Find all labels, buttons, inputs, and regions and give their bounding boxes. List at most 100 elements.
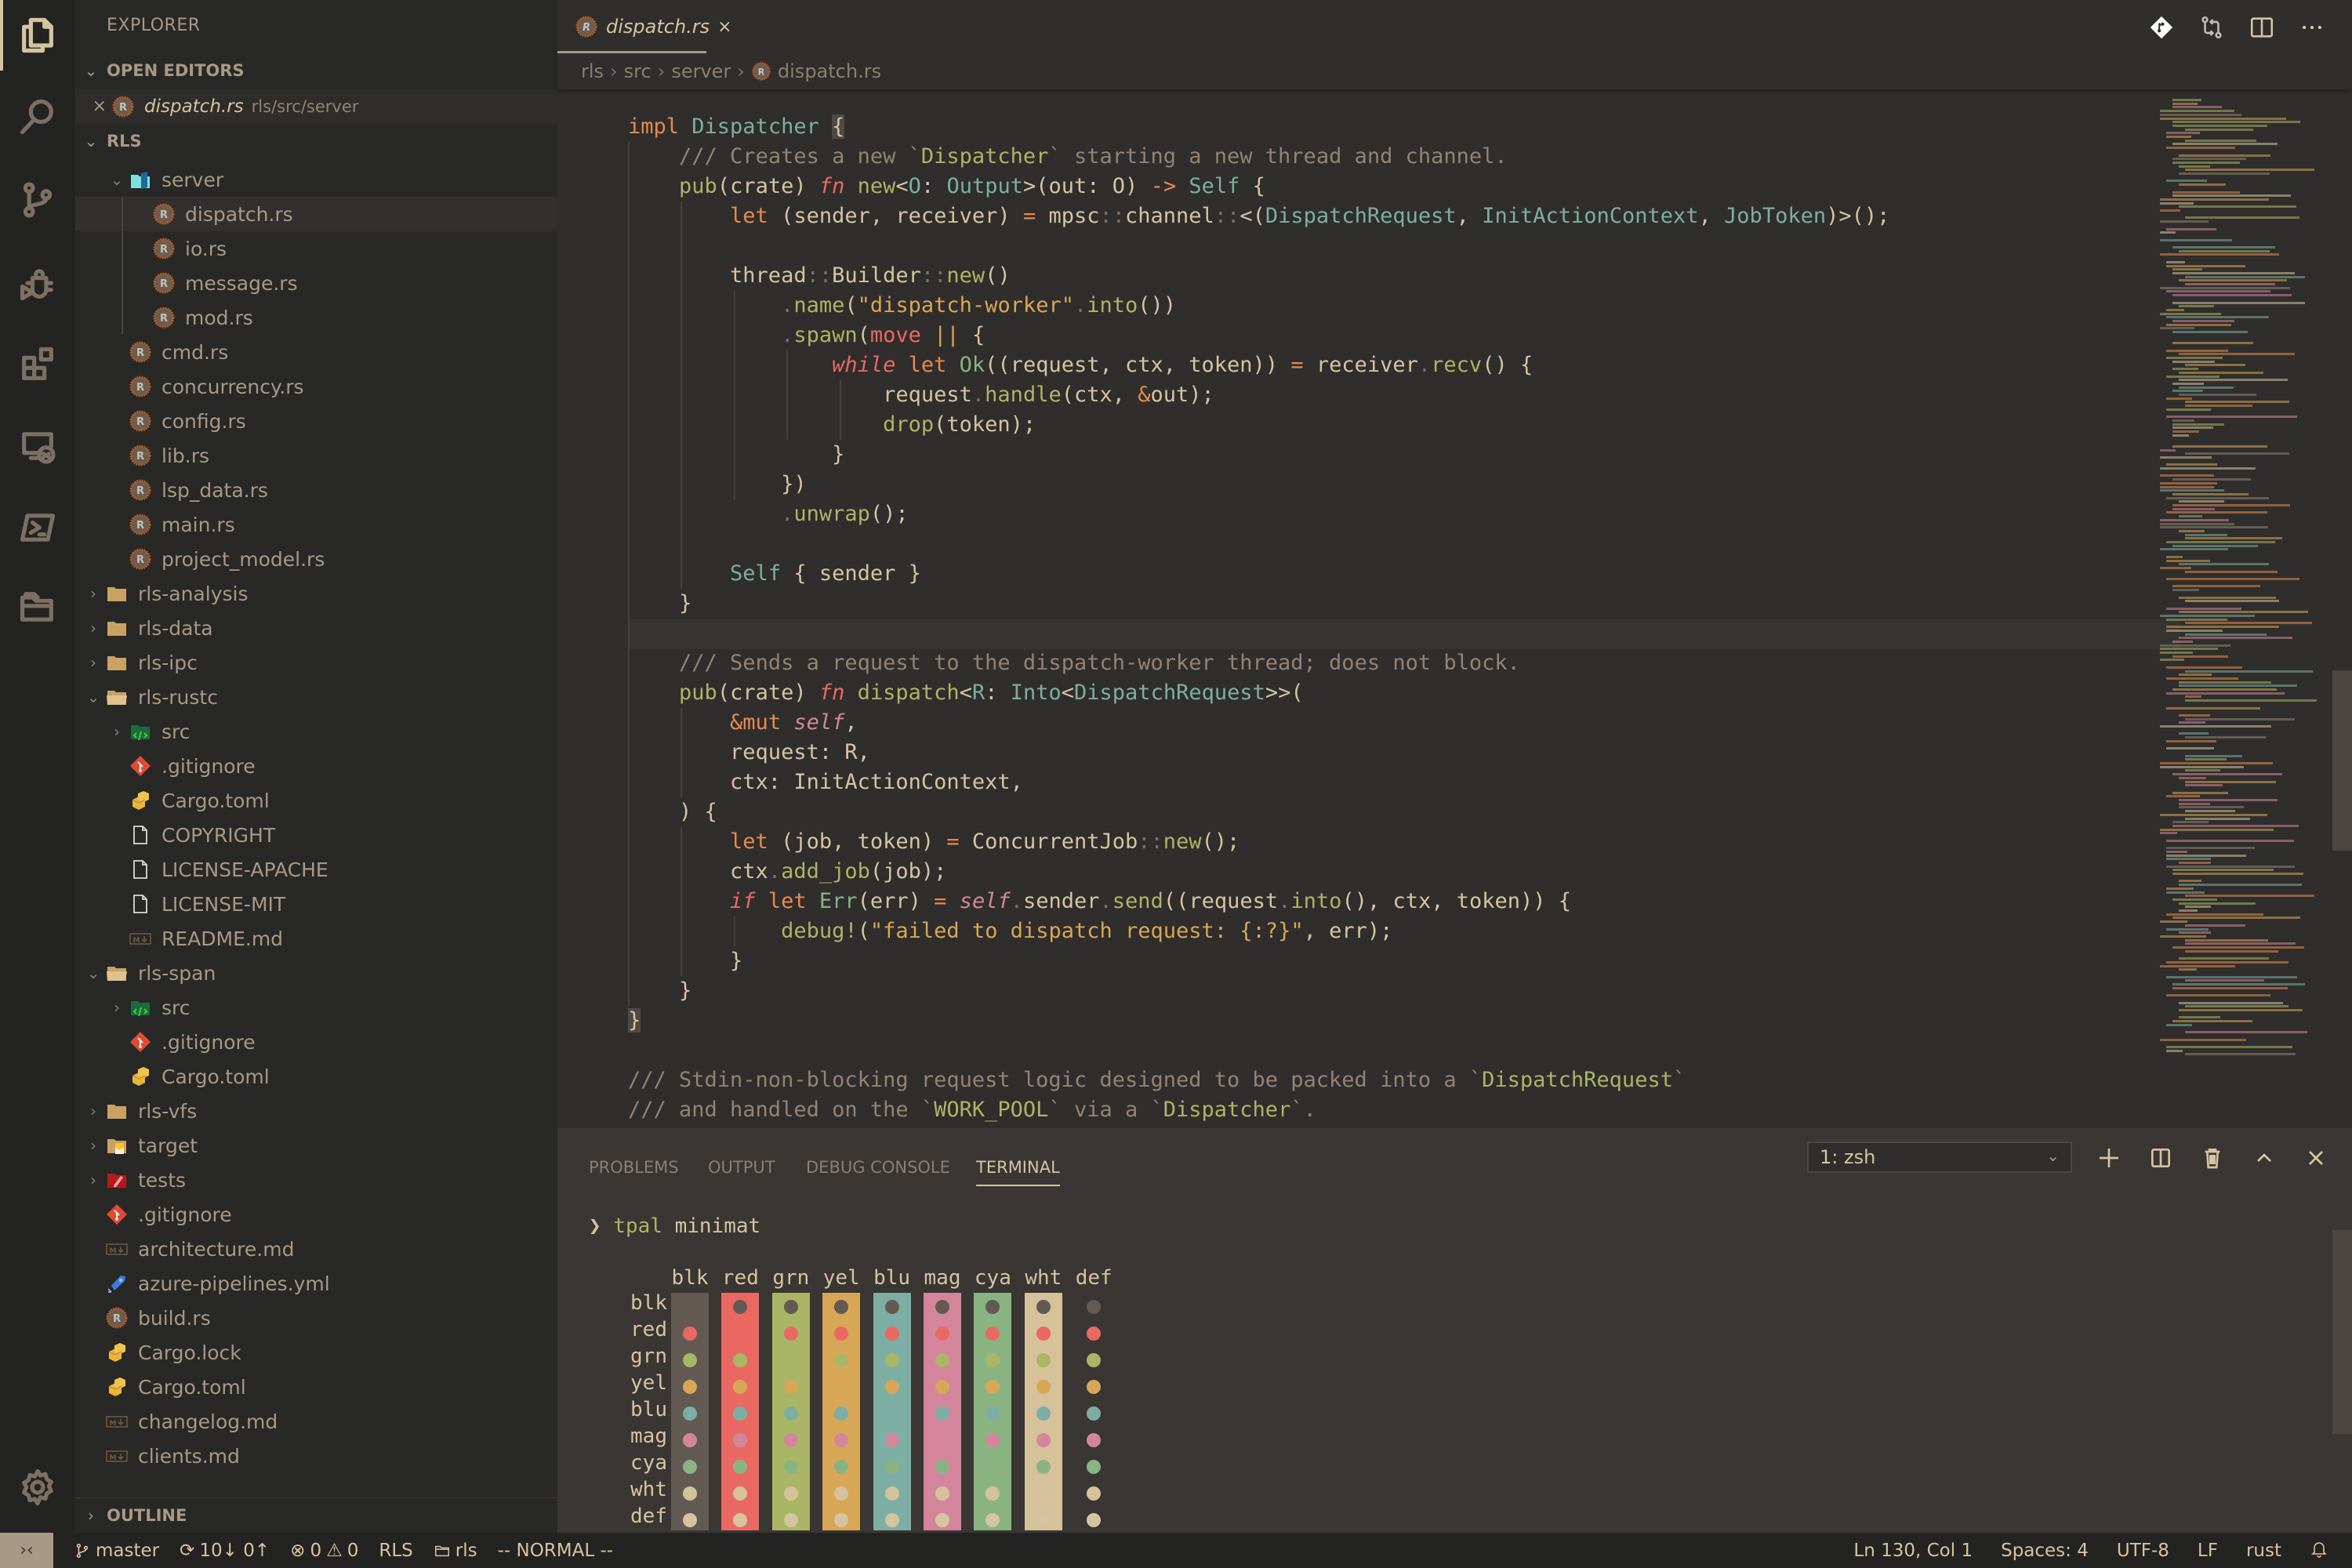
tree-item[interactable]: .gitignore: [75, 749, 557, 783]
breadcrumb-item[interactable]: src: [624, 60, 652, 82]
palette-swatch-smiley-icon: [1087, 1460, 1102, 1474]
indentation[interactable]: Spaces: 4: [2001, 1541, 2089, 1561]
tree-item[interactable]: › rls-data: [75, 611, 557, 645]
workspace-section-header[interactable]: ⌄ RLS: [75, 124, 557, 158]
source-control-icon[interactable]: [0, 165, 75, 235]
tree-item[interactable]: ⌄ rls-rustc: [75, 680, 557, 714]
rls-status[interactable]: RLS: [379, 1541, 412, 1561]
tree-item[interactable]: COPYRIGHT: [75, 818, 557, 852]
palette-column-header: grn: [772, 1266, 810, 1290]
extensions-icon[interactable]: [0, 329, 75, 400]
tree-item-label: dispatch.rs: [185, 202, 293, 226]
more-actions-icon[interactable]: [2296, 11, 2328, 44]
compare-changes-icon[interactable]: [2195, 11, 2228, 44]
tree-item[interactable]: Rconcurrency.rs: [75, 369, 557, 404]
end-of-line[interactable]: LF: [2198, 1541, 2218, 1561]
outline-section-header[interactable]: › OUTLINE: [75, 1497, 557, 1532]
tab-close-icon[interactable]: ×: [717, 17, 731, 37]
tree-item[interactable]: Rio.rs: [75, 231, 557, 266]
palette-swatch-smiley-icon: [1087, 1513, 1102, 1527]
breadcrumb-item[interactable]: rls: [581, 60, 604, 82]
search-icon[interactable]: [0, 82, 75, 152]
tab-terminal[interactable]: TERMINAL: [976, 1158, 1060, 1186]
open-editors-section-header[interactable]: ⌄ OPEN EDITORS: [75, 53, 557, 88]
tree-item[interactable]: .gitignore: [75, 1025, 557, 1059]
git-icon[interactable]: [2145, 11, 2178, 44]
new-terminal-icon[interactable]: [2091, 1142, 2127, 1174]
code-editor[interactable]: impl Dispatcher { /// Creates a new `Dis…: [557, 89, 2352, 1128]
tree-item[interactable]: Mclients.md: [75, 1439, 557, 1473]
tree-item[interactable]: LICENSE-APACHE: [75, 852, 557, 887]
tree-item[interactable]: Rdispatch.rs: [75, 197, 557, 231]
tree-item[interactable]: Rmod.rs: [75, 300, 557, 335]
terminal-scrollbar[interactable]: [2332, 1230, 2352, 1434]
open-editor-item[interactable]: × R dispatch.rs rls/src/server: [75, 89, 557, 124]
minimap-line: [2179, 884, 2303, 887]
tab-problems[interactable]: PROBLEMS: [589, 1158, 679, 1177]
tree-item[interactable]: › target: [75, 1128, 557, 1163]
settings-gear-icon[interactable]: [0, 1452, 75, 1523]
minimap[interactable]: [2144, 89, 2332, 1128]
tab-debug-console[interactable]: DEBUG CONSOLE: [806, 1158, 950, 1177]
minimap-line: [2185, 1053, 2296, 1056]
tree-item[interactable]: Rlsp_data.rs: [75, 473, 557, 507]
editor-scrollbar[interactable]: [2332, 670, 2352, 851]
code-content[interactable]: impl Dispatcher { /// Creates a new `Dis…: [628, 112, 1889, 1125]
tree-item[interactable]: › rls-vfs: [75, 1094, 557, 1128]
tree-item[interactable]: Rbuild.rs: [75, 1301, 557, 1335]
tree-item[interactable]: Rcmd.rs: [75, 335, 557, 369]
tree-item[interactable]: Rlib.rs: [75, 438, 557, 473]
close-panel-icon[interactable]: [2298, 1142, 2334, 1174]
minimap-line: [2160, 964, 2236, 967]
language-mode[interactable]: rust: [2246, 1541, 2281, 1561]
tree-item[interactable]: azure-pipelines.yml: [75, 1266, 557, 1301]
tree-item[interactable]: Rproject_model.rs: [75, 542, 557, 576]
tab-output[interactable]: OUTPUT: [708, 1158, 775, 1177]
close-icon[interactable]: ×: [75, 96, 107, 116]
git-sync[interactable]: ⟳ 10↓ 0↑: [180, 1541, 270, 1561]
tree-item[interactable]: › src: [75, 714, 557, 749]
minimap-line: [2160, 725, 2272, 728]
tree-item[interactable]: › rls-analysis: [75, 576, 557, 611]
chevron-up-icon[interactable]: [2246, 1142, 2282, 1174]
powershell-icon[interactable]: [0, 492, 75, 563]
tree-item[interactable]: Cargo.toml: [75, 1059, 557, 1094]
tab-dispatch-rs[interactable]: R dispatch.rs ×: [557, 0, 732, 53]
palette-column-header: wht: [1025, 1266, 1062, 1290]
explorer-icon[interactable]: [0, 0, 75, 71]
remote-explorer-icon[interactable]: [0, 411, 75, 481]
notifications-bell-icon[interactable]: [2310, 1539, 2328, 1563]
project-manager-icon[interactable]: [0, 572, 75, 643]
tree-item[interactable]: › rls-ipc: [75, 645, 557, 680]
debug-icon[interactable]: [0, 248, 75, 318]
remote-indicator-icon[interactable]: ›‹: [0, 1533, 53, 1568]
breadcrumb-item[interactable]: dispatch.rs: [778, 60, 881, 82]
tree-item[interactable]: LICENSE-MIT: [75, 887, 557, 921]
tree-item[interactable]: Marchitecture.md: [75, 1232, 557, 1266]
trash-icon[interactable]: [2194, 1142, 2230, 1174]
tree-item[interactable]: Cargo.lock: [75, 1335, 557, 1370]
tree-item[interactable]: Rconfig.rs: [75, 404, 557, 438]
git-branch[interactable]: master: [74, 1541, 159, 1561]
workspace-folder[interactable]: rls: [434, 1541, 477, 1561]
tree-item[interactable]: Rmain.rs: [75, 507, 557, 542]
split-editor-icon[interactable]: [2245, 11, 2278, 44]
problems-indicator[interactable]: ⊗ 0 ⚠ 0: [290, 1541, 358, 1561]
breadcrumb-item[interactable]: server: [671, 60, 731, 82]
split-terminal-icon[interactable]: [2143, 1142, 2179, 1174]
cursor-position[interactable]: Ln 130, Col 1: [1853, 1541, 1973, 1561]
tree-item[interactable]: .gitignore: [75, 1197, 557, 1232]
tree-item[interactable]: Cargo.toml: [75, 783, 557, 818]
tree-item[interactable]: Cargo.toml: [75, 1370, 557, 1404]
minimap-line: [2172, 898, 2218, 901]
tree-item[interactable]: Rmessage.rs: [75, 266, 557, 300]
terminal-select[interactable]: 1: zsh ⌄: [1807, 1142, 2072, 1173]
minimap-line: [2166, 891, 2205, 894]
tree-item[interactable]: ⌄ rls-span: [75, 956, 557, 990]
tree-item[interactable]: M README.md: [75, 921, 557, 956]
tree-item[interactable]: ⌄ server: [75, 162, 557, 197]
encoding[interactable]: UTF-8: [2117, 1541, 2169, 1561]
tree-item[interactable]: › src: [75, 990, 557, 1025]
tree-item[interactable]: › tests: [75, 1163, 557, 1197]
tree-item[interactable]: Mchangelog.md: [75, 1404, 557, 1439]
